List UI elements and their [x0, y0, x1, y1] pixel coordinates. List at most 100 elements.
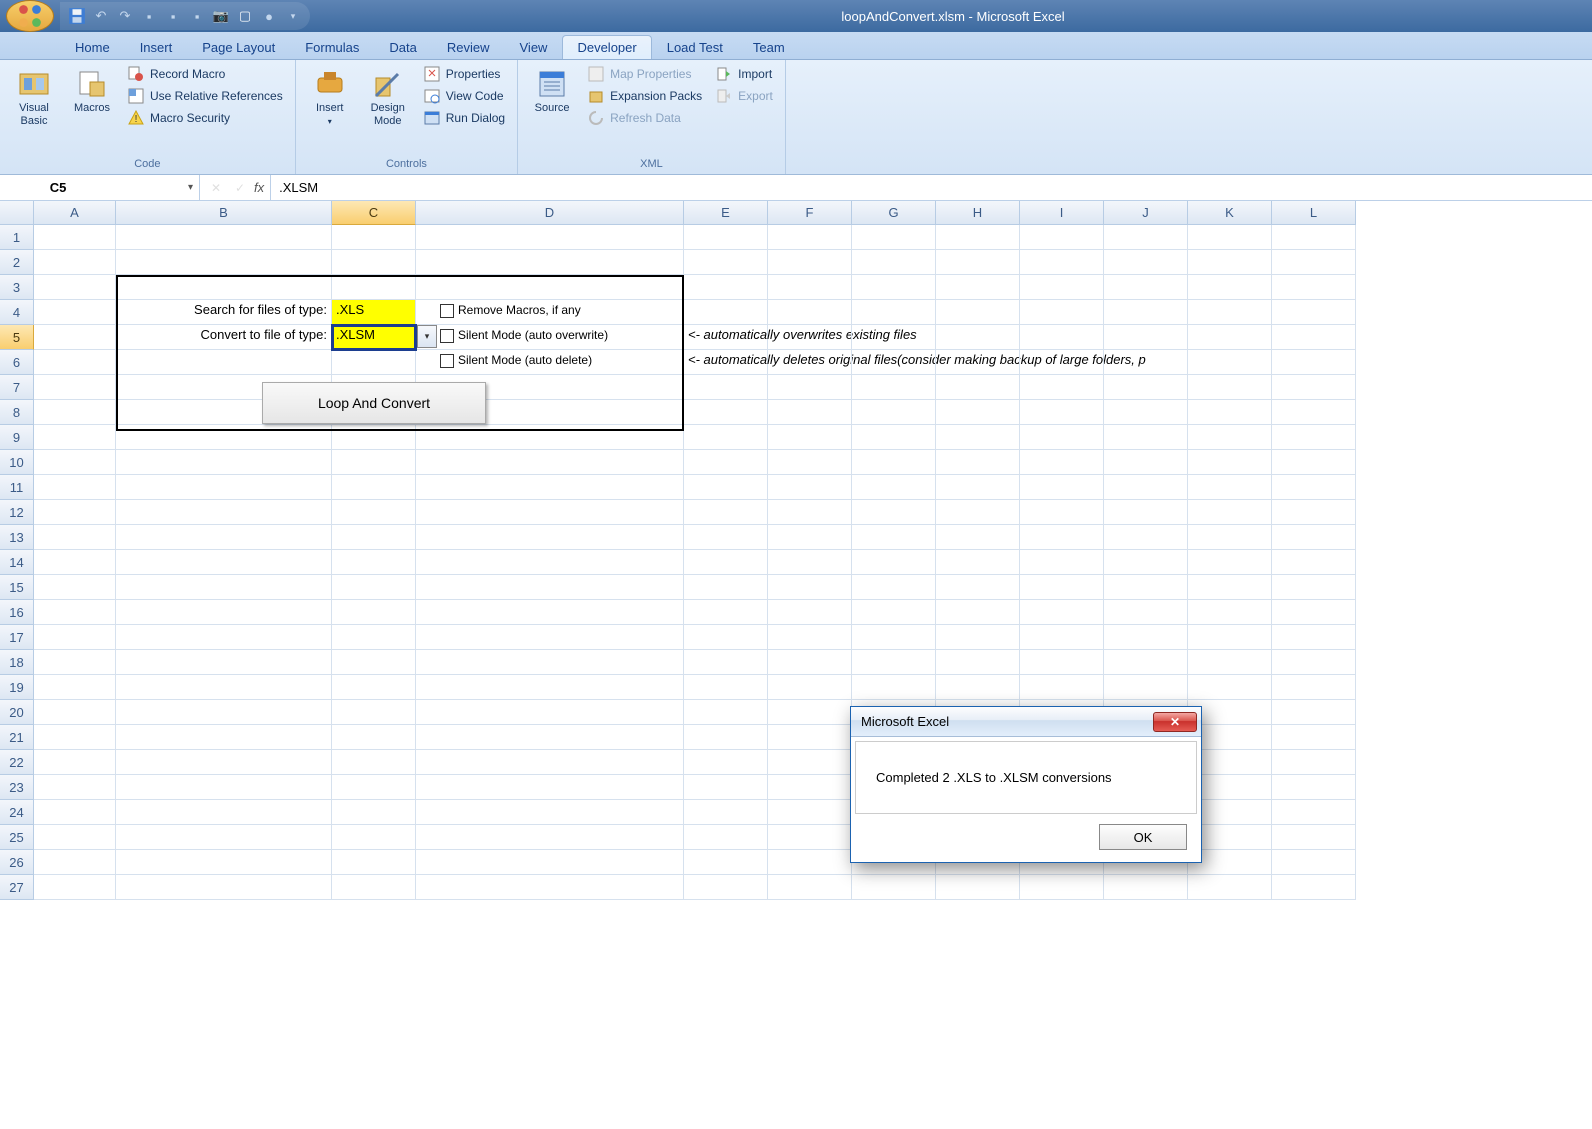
cell[interactable] — [1104, 250, 1188, 275]
cell[interactable] — [1272, 650, 1356, 675]
visual-basic-button[interactable]: Visual Basic — [8, 64, 60, 156]
cell[interactable] — [768, 700, 852, 725]
cell[interactable] — [684, 475, 768, 500]
cell[interactable] — [116, 875, 332, 900]
cell[interactable] — [768, 250, 852, 275]
cell[interactable] — [1188, 525, 1272, 550]
cell[interactable] — [936, 575, 1020, 600]
qat-customize-icon[interactable]: ▾ — [284, 7, 302, 25]
cell[interactable] — [34, 275, 116, 300]
cell[interactable] — [684, 775, 768, 800]
cell[interactable] — [1104, 625, 1188, 650]
cell[interactable] — [1020, 675, 1104, 700]
cell[interactable] — [416, 675, 684, 700]
cell[interactable] — [768, 825, 852, 850]
cell[interactable] — [852, 500, 936, 525]
cell[interactable] — [416, 800, 684, 825]
cell[interactable] — [1020, 225, 1104, 250]
cell[interactable] — [1272, 325, 1356, 350]
cell[interactable] — [116, 350, 332, 375]
cell[interactable] — [684, 750, 768, 775]
tab-page-layout[interactable]: Page Layout — [187, 35, 290, 59]
cell[interactable] — [936, 550, 1020, 575]
cell[interactable] — [332, 650, 416, 675]
formula-input[interactable] — [271, 175, 1592, 200]
cell[interactable] — [1188, 875, 1272, 900]
cell[interactable] — [1188, 400, 1272, 425]
cell[interactable] — [1020, 575, 1104, 600]
cell[interactable] — [1272, 750, 1356, 775]
row-header[interactable]: 18 — [0, 650, 34, 675]
tab-view[interactable]: View — [505, 35, 563, 59]
ok-button[interactable]: OK — [1099, 824, 1187, 850]
cell[interactable] — [1020, 325, 1104, 350]
row-header[interactable]: 4 — [0, 300, 34, 325]
source-button[interactable]: Source — [526, 64, 578, 156]
column-header[interactable]: D — [416, 201, 684, 225]
chevron-down-icon[interactable]: ▾ — [188, 182, 193, 193]
cell[interactable] — [34, 850, 116, 875]
map-properties-button[interactable]: Map Properties — [584, 64, 706, 84]
run-dialog-button[interactable]: Run Dialog — [420, 108, 509, 128]
cell[interactable] — [116, 550, 332, 575]
cell[interactable] — [684, 625, 768, 650]
cell[interactable] — [1272, 500, 1356, 525]
cell[interactable] — [332, 475, 416, 500]
cell[interactable] — [1188, 675, 1272, 700]
cell[interactable] — [332, 500, 416, 525]
cell[interactable] — [332, 450, 416, 475]
cell[interactable] — [768, 575, 852, 600]
cell[interactable] — [116, 775, 332, 800]
cell[interactable] — [332, 575, 416, 600]
cell[interactable] — [1188, 475, 1272, 500]
cell[interactable] — [1272, 250, 1356, 275]
cell[interactable] — [1272, 850, 1356, 875]
cell[interactable] — [852, 325, 936, 350]
cell[interactable] — [768, 350, 852, 375]
camera-icon[interactable]: 📷 — [212, 7, 230, 25]
cell[interactable] — [116, 225, 332, 250]
cell[interactable] — [416, 825, 684, 850]
row-header[interactable]: 9 — [0, 425, 34, 450]
cell[interactable] — [1020, 425, 1104, 450]
cell[interactable] — [684, 875, 768, 900]
cancel-formula-icon[interactable]: ✕ — [206, 181, 226, 195]
refresh-data-button[interactable]: Refresh Data — [584, 108, 706, 128]
cell[interactable] — [332, 825, 416, 850]
cell[interactable] — [116, 750, 332, 775]
cell[interactable] — [34, 250, 116, 275]
cell[interactable] — [332, 525, 416, 550]
cell[interactable] — [936, 300, 1020, 325]
cell[interactable] — [684, 650, 768, 675]
row-header[interactable]: 2 — [0, 250, 34, 275]
row-header[interactable]: 24 — [0, 800, 34, 825]
cell[interactable] — [116, 275, 332, 300]
cell[interactable] — [1104, 350, 1188, 375]
cell[interactable] — [936, 275, 1020, 300]
cell[interactable] — [1272, 825, 1356, 850]
row-header[interactable]: 21 — [0, 725, 34, 750]
cell[interactable] — [116, 575, 332, 600]
properties-button[interactable]: Properties — [420, 64, 509, 84]
column-header[interactable]: H — [936, 201, 1020, 225]
row-header[interactable]: 19 — [0, 675, 34, 700]
row-header[interactable]: 17 — [0, 625, 34, 650]
cell[interactable] — [684, 850, 768, 875]
cell[interactable] — [768, 275, 852, 300]
cell[interactable] — [332, 775, 416, 800]
cell[interactable] — [1272, 575, 1356, 600]
cell[interactable] — [1188, 450, 1272, 475]
cell[interactable] — [1188, 600, 1272, 625]
cell[interactable] — [1020, 625, 1104, 650]
cell[interactable] — [852, 300, 936, 325]
cell[interactable] — [1020, 450, 1104, 475]
cell[interactable] — [1104, 600, 1188, 625]
cell[interactable] — [34, 525, 116, 550]
select-all-corner[interactable] — [0, 201, 34, 225]
import-button[interactable]: Import — [712, 64, 777, 84]
design-mode-button[interactable]: Design Mode — [362, 64, 414, 156]
cell[interactable] — [768, 675, 852, 700]
cell[interactable] — [936, 250, 1020, 275]
close-button[interactable]: ✕ — [1153, 712, 1197, 732]
cell[interactable] — [416, 425, 684, 450]
